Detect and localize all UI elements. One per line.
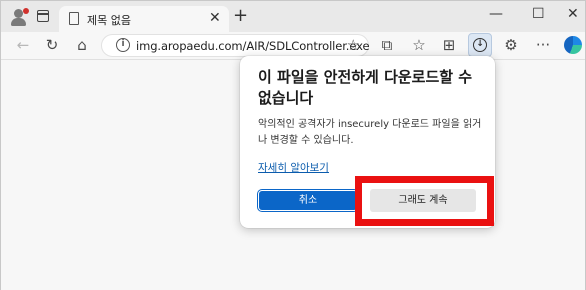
toolbar: ← ↻ ⌂ i img.aropaedu.com/AIR/SDLControll… <box>1 32 585 59</box>
reading-view-icon[interactable]: ⧉ <box>377 35 397 55</box>
more-menu-icon[interactable]: ··· <box>533 35 553 55</box>
downloads-button[interactable]: ↓ <box>468 33 492 57</box>
copilot-icon[interactable] <box>564 36 582 54</box>
dialog-title: 이 파일을 안전하게 다운로드할 수 없습니다 <box>258 68 473 107</box>
page-icon <box>69 12 79 25</box>
address-bar[interactable]: i img.aropaedu.com/AIR/SDLController.exe… <box>101 34 370 57</box>
close-window-button[interactable]: ✕ <box>567 6 579 22</box>
extensions-icon[interactable]: ⚙ <box>501 35 521 55</box>
maximize-button[interactable]: ☐ <box>532 6 545 22</box>
learn-more-link[interactable]: 자세히 알아보기 <box>258 160 329 175</box>
tab-actions-icon[interactable] <box>37 10 49 22</box>
minimize-button[interactable]: — <box>489 6 503 22</box>
collections-icon[interactable]: ⊞ <box>439 35 459 55</box>
title-bar: 제목 없음 ✕ + — ☐ ✕ <box>1 1 585 32</box>
highlight-box <box>355 176 494 226</box>
favorite-star-icon[interactable]: ☆ <box>347 36 360 54</box>
refresh-button[interactable]: ↻ <box>42 35 62 55</box>
back-button[interactable]: ← <box>13 35 33 55</box>
home-button[interactable]: ⌂ <box>72 35 92 55</box>
favorites-icon[interactable]: ☆ <box>409 35 429 55</box>
download-icon: ↓ <box>473 38 487 52</box>
profile-avatar-icon[interactable] <box>9 7 29 27</box>
url-text[interactable]: img.aropaedu.com/AIR/SDLController.exe <box>136 39 370 53</box>
tab-close-icon[interactable]: ✕ <box>209 10 221 26</box>
tab-untitled[interactable]: 제목 없음 ✕ <box>59 6 229 32</box>
cancel-button[interactable]: 취소 <box>256 188 360 213</box>
dialog-message: 악의적인 공격자가 insecurely 다운로드 파일을 읽거나 변경할 수 … <box>258 119 482 146</box>
new-tab-button[interactable]: + <box>233 6 248 26</box>
info-icon[interactable]: i <box>116 38 130 52</box>
tab-title: 제목 없음 <box>87 14 131 27</box>
